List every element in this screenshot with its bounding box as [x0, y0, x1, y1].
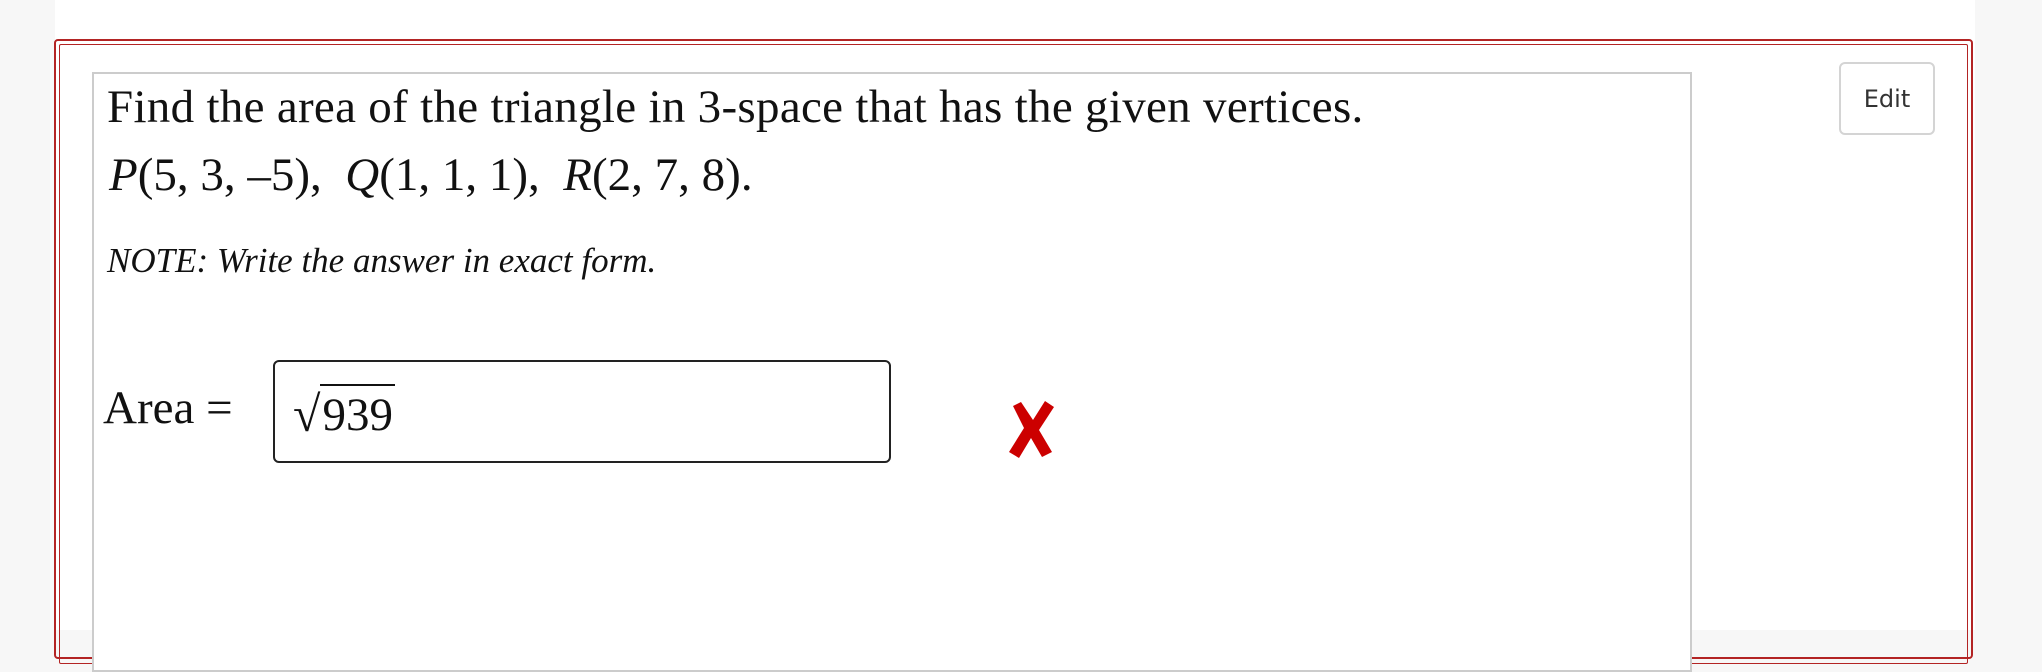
answer-format-note: NOTE: Write the answer in exact form. — [107, 241, 657, 280]
square-root-icon: √ — [293, 386, 321, 442]
vertex-p-name: P — [109, 149, 138, 201]
incorrect-x-icon — [1009, 401, 1054, 458]
answer-label: Area = — [103, 382, 233, 434]
answer-radicand: 939 — [320, 384, 395, 439]
question-prompt: Find the area of the triangle in 3-space… — [107, 81, 1364, 133]
vertices-suffix: . — [740, 149, 753, 201]
vertex-p-coords: (5, 3, –5) — [137, 149, 311, 201]
vertex-q-name: Q — [345, 149, 380, 201]
vertex-r-coords: (2, 7, 8) — [592, 149, 741, 201]
answer-input[interactable]: √ 939 — [273, 360, 891, 463]
edit-button[interactable]: Edit — [1839, 62, 1935, 135]
vertices-list: P(5, 3, –5), Q(1, 1, 1), R(2, 7, 8). — [109, 149, 753, 201]
vertex-r-name: R — [563, 149, 593, 201]
answer-value: √ 939 — [293, 384, 395, 439]
vertex-q-coords: (1, 1, 1) — [379, 149, 529, 201]
